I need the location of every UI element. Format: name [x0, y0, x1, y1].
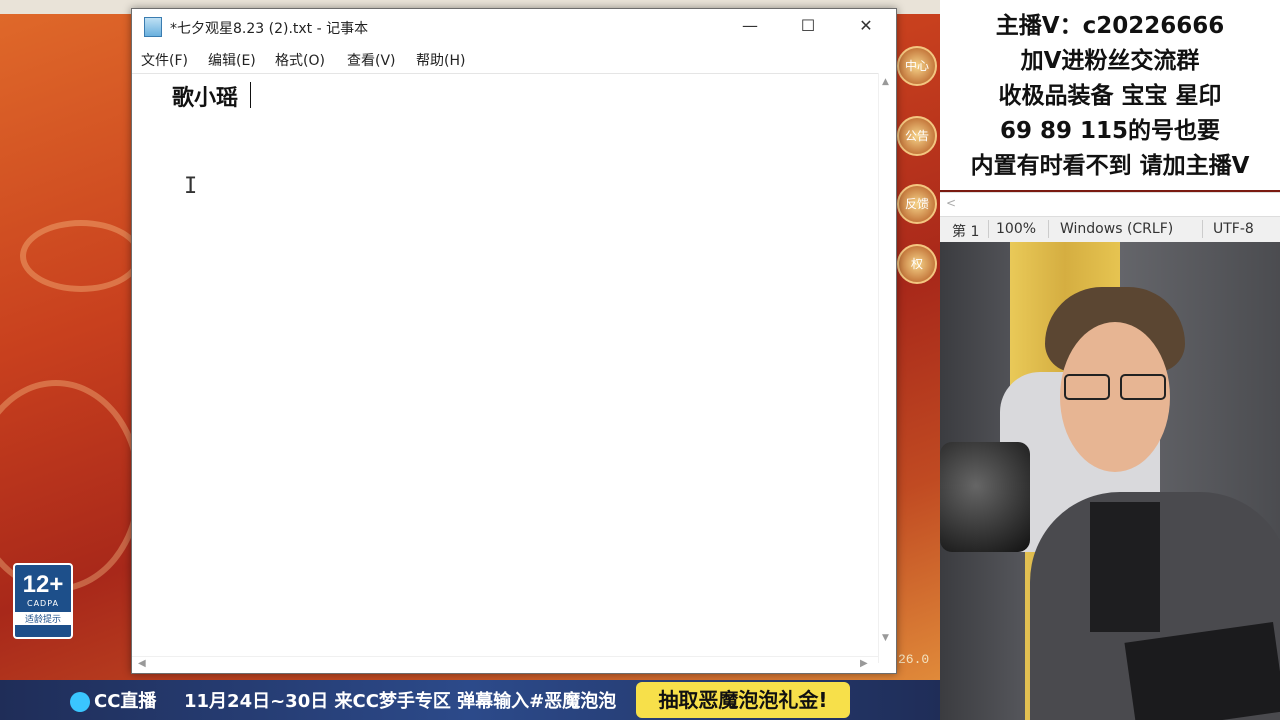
notepad-status-bar: 第 1 100% Windows (CRLF) UTF-8 [940, 216, 1280, 243]
info-line: 69 89 115的号也要 [999, 118, 1221, 144]
editor-content[interactable]: 歌小瑶 [172, 80, 238, 112]
feedback-icon[interactable]: 反馈 [897, 184, 937, 224]
window-title: *七夕观星8.23 (2).txt - 记事本 [170, 21, 369, 37]
scroll-up-icon[interactable]: ▲ [882, 77, 889, 87]
cc-logo-icon [70, 692, 90, 712]
age-rating-number: 12+ [22, 571, 64, 598]
streamer-shirt [1090, 502, 1160, 632]
menu-edit[interactable]: 编辑(E) [208, 50, 256, 70]
notepad-title-bar[interactable]: *七夕观星8.23 (2).txt - 记事本 — ☐ ✕ [132, 9, 896, 45]
status-zoom: 100% [996, 221, 1037, 237]
age-rating-org: CADPA [26, 599, 59, 608]
menu-help[interactable]: 帮助(H) [416, 50, 465, 70]
status-line: 第 1 [952, 224, 980, 240]
minimize-button[interactable]: — [722, 9, 778, 43]
scroll-left-icon[interactable]: ◀ [138, 658, 146, 669]
rights-icon[interactable]: 权 [897, 244, 937, 284]
webcam-feed [940, 242, 1280, 720]
announcement-icon[interactable]: 公告 [897, 116, 937, 156]
vertical-scrollbar[interactable]: ▲ ▼ [878, 73, 896, 663]
game-side-icons: 中心 公告 反馈 权 [895, 30, 940, 680]
background-swirl [20, 220, 142, 292]
cc-logo: CC直播 [70, 687, 156, 713]
game-center-icon[interactable]: 中心 [897, 46, 937, 86]
background-swirl [0, 380, 142, 592]
game-version: 26.0 [898, 652, 930, 667]
menu-view[interactable]: 查看(V) [347, 50, 396, 70]
ibeam-cursor-icon: I [184, 174, 198, 199]
menu-bar: 文件(F) 编辑(E) 格式(O) 查看(V) 帮助(H) [132, 47, 896, 71]
info-line: 主播V：c20226666 [995, 13, 1225, 39]
status-divider [988, 220, 989, 238]
info-line: 内置有时看不到 请加主播V [970, 153, 1250, 179]
scroll-down-icon[interactable]: ▼ [882, 633, 889, 643]
notepad-window[interactable]: *七夕观星8.23 (2).txt - 记事本 — ☐ ✕ 文件(F) 编辑(E… [131, 8, 897, 674]
age-rating-badge: 12+ CADPA 适龄提示 [13, 563, 73, 639]
maximize-button[interactable]: ☐ [780, 9, 836, 43]
menu-format[interactable]: 格式(O) [275, 50, 325, 70]
text-caret [250, 82, 251, 108]
notepad-hscroll-fragment: < [940, 192, 1280, 217]
status-divider [1048, 220, 1049, 238]
notepad-icon [144, 17, 162, 37]
status-encoding: UTF-8 [1213, 221, 1254, 237]
status-divider [1202, 220, 1203, 238]
age-rating-tip: 适龄提示 [15, 612, 71, 625]
horizontal-scrollbar[interactable]: ◀ ▶ [132, 656, 878, 673]
glasses-icon [1060, 374, 1170, 400]
text-editor[interactable]: 歌小瑶 I [132, 73, 878, 664]
scroll-left-icon: < [946, 196, 957, 210]
info-line: 收极品装备 宝宝 星印 [998, 83, 1222, 109]
microphone-icon [940, 442, 1030, 552]
menu-file[interactable]: 文件(F) [141, 50, 188, 70]
close-button[interactable]: ✕ [838, 9, 894, 43]
info-line: 加V进粉丝交流群 [1020, 48, 1200, 74]
scroll-right-icon[interactable]: ▶ [860, 658, 868, 669]
status-line-ending: Windows (CRLF) [1060, 221, 1174, 237]
stream-info-panel: 主播V：c20226666 加V进粉丝交流群 收极品装备 宝宝 星印 69 89… [940, 0, 1280, 190]
promo-button[interactable]: 抽取恶魔泡泡礼金! [636, 682, 850, 718]
banner-message: 11月24日~30日 来CC梦手专区 弹幕输入#恶魔泡泡 [184, 691, 617, 712]
promo-banner: CC直播 11月24日~30日 来CC梦手专区 弹幕输入#恶魔泡泡 抽取恶魔泡泡… [0, 680, 940, 720]
